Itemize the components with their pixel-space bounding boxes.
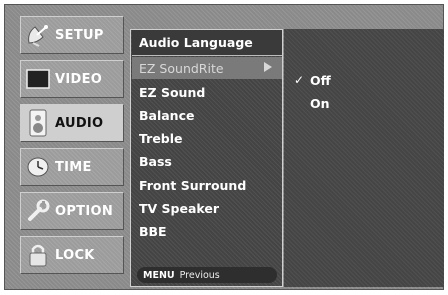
submenu-item-label: Front Surround bbox=[139, 177, 247, 193]
submenu-item-ez-sound[interactable]: EZ Sound bbox=[139, 81, 279, 103]
category-video[interactable]: VIDEO bbox=[20, 60, 124, 98]
speaker-icon bbox=[21, 108, 55, 138]
tv-osd-screen: SETUP VIDEO AUDIO TIME OPTION LOCK Audio… bbox=[4, 4, 444, 290]
submenu-item-ez-soundrite[interactable]: EZ SoundRite bbox=[132, 57, 282, 79]
submenu-item-bbe[interactable]: BBE bbox=[139, 220, 279, 242]
submenu-item-tv-speaker[interactable]: TV Speaker bbox=[139, 197, 279, 219]
checkmark-icon: ✓ bbox=[294, 73, 305, 87]
submenu-item-label: EZ SoundRite bbox=[139, 60, 224, 76]
submenu-item-label: Audio Language bbox=[139, 35, 253, 50]
category-label: AUDIO bbox=[55, 115, 104, 131]
wrench-icon bbox=[21, 196, 55, 226]
category-setup[interactable]: SETUP bbox=[20, 16, 124, 54]
category-lock[interactable]: LOCK bbox=[20, 236, 124, 274]
category-option[interactable]: OPTION bbox=[20, 192, 124, 230]
category-label: VIDEO bbox=[55, 71, 103, 87]
submenu-item-label: TV Speaker bbox=[139, 200, 220, 216]
tv-screen-icon bbox=[21, 64, 55, 94]
submenu-item-audio-language[interactable]: Audio Language bbox=[132, 30, 282, 56]
option-off[interactable]: Off bbox=[310, 73, 331, 88]
category-time[interactable]: TIME bbox=[20, 148, 124, 186]
category-label: OPTION bbox=[55, 203, 114, 219]
submenu-item-label: Treble bbox=[139, 130, 183, 146]
submenu-item-label: BBE bbox=[139, 223, 167, 239]
submenu-item-label: EZ Sound bbox=[139, 84, 206, 100]
category-label: TIME bbox=[55, 159, 92, 175]
submenu-item-treble[interactable]: Treble bbox=[139, 127, 279, 149]
category-label: LOCK bbox=[55, 247, 95, 263]
options-panel: ✓ Off On bbox=[284, 29, 444, 287]
menu-key-label: MENU bbox=[143, 269, 175, 281]
right-arrow-icon bbox=[264, 62, 272, 72]
previous-label: Previous bbox=[179, 269, 220, 281]
clock-icon bbox=[21, 152, 55, 182]
padlock-icon bbox=[21, 240, 55, 270]
audio-submenu: Audio Language EZ SoundRite EZ Sound Bal… bbox=[130, 29, 283, 287]
submenu-item-balance[interactable]: Balance bbox=[139, 104, 279, 126]
menu-previous-hint[interactable]: MENU Previous bbox=[137, 267, 277, 283]
submenu-item-label: Bass bbox=[139, 153, 172, 169]
submenu-item-label: Balance bbox=[139, 107, 195, 123]
submenu-item-front-surround[interactable]: Front Surround bbox=[139, 174, 279, 196]
category-audio[interactable]: AUDIO bbox=[20, 104, 124, 142]
category-label: SETUP bbox=[55, 27, 104, 43]
option-on[interactable]: On bbox=[310, 96, 330, 111]
satellite-dish-icon bbox=[21, 20, 55, 50]
submenu-item-bass[interactable]: Bass bbox=[139, 150, 279, 172]
